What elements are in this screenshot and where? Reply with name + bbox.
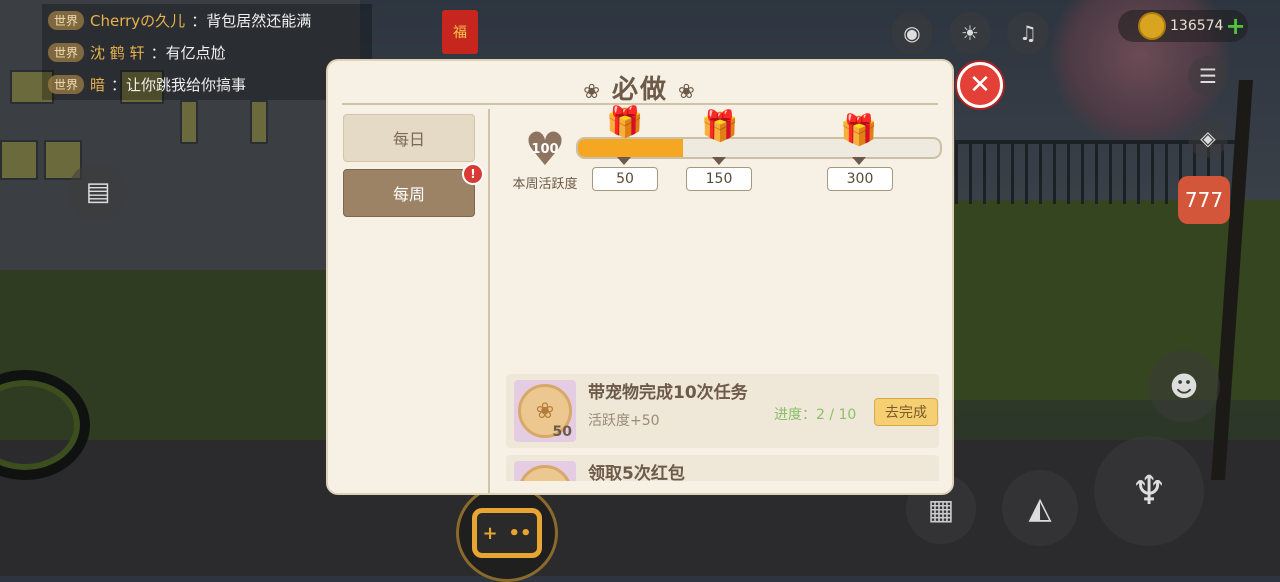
chat-text: ：背包居然还能满 [191, 11, 312, 30]
activity-label: 本周活跃度 [512, 177, 578, 192]
chat-text: ：让你跳我给你搞事 [111, 75, 247, 94]
building-window [250, 100, 268, 144]
chat-channel-tag: 世界 [48, 42, 85, 62]
activity-value: 100 [531, 141, 559, 157]
red-envelope-icon[interactable]: 福 [442, 10, 478, 54]
coin-icon [1138, 12, 1166, 40]
gamepad-button[interactable]: + •• [456, 484, 558, 582]
chat-channel-tag: 世界 [48, 10, 85, 30]
wolf-emote-icon[interactable]: ◭ [1002, 470, 1078, 546]
task-reward-icon: ❀ 50 [514, 380, 576, 442]
tab-weekly[interactable]: 每周 [343, 169, 475, 217]
jump-action-icon[interactable]: ♆ [1094, 436, 1204, 546]
column-divider [488, 109, 490, 493]
dialog-title: ❀ 必做 ❀ [583, 75, 697, 105]
milestone-marker [852, 157, 866, 165]
slot-machine-icon[interactable]: 777 [1178, 176, 1230, 224]
gift-box-icon[interactable]: 🎁 [701, 109, 738, 144]
must-do-dialog: ❀ 必做 ❀ 每日 每周 ! ♥ 100 本周活跃度 🎁 🎁 🎁 50 150 30… [328, 61, 952, 493]
activity-progress-bar [576, 137, 942, 159]
task-item: ❀ 领取5次红包 [506, 455, 939, 481]
task-progress: 进度：2 / 10 [774, 407, 857, 423]
chat-channel-tag: 世界 [48, 74, 85, 94]
alert-badge: ! [462, 163, 484, 185]
milestone-marker [617, 157, 631, 165]
task-title: 带宠物完成10次任务 [588, 383, 748, 403]
go-complete-button[interactable]: 去完成 [874, 398, 938, 426]
task-reward: 活跃度+50 [588, 413, 660, 429]
chat-panel[interactable]: 世界 Cherryの久儿 ：背包居然还能满 世界 沈 鹤 轩 ：有亿点尬 世界 … [42, 4, 372, 100]
gift-box-icon[interactable]: 🎁 [840, 113, 877, 148]
chat-text: ：有亿点尬 [150, 43, 226, 62]
task-item: ❀ 50 带宠物完成10次任务 活跃度+50 进度：2 / 10 去完成 [506, 374, 939, 448]
milestone-value: 150 [686, 167, 752, 191]
task-reward-icon: ❀ [514, 461, 576, 481]
task-item-clipped: ❀ 领取5次红包 [506, 451, 939, 481]
chat-message: 世界 Cherryの久儿 ：背包居然还能满 [42, 4, 372, 36]
sun-icon[interactable]: ☀ [949, 12, 991, 54]
pet-cat-icon[interactable]: ☻ [1148, 350, 1220, 422]
chat-message: 世界 暗 ：让你跳我给你搞事 [42, 68, 372, 100]
paw-icon: ❀ [678, 78, 697, 103]
milestone-marker [712, 157, 726, 165]
chat-message: 世界 沈 鹤 轩 ：有亿点尬 [42, 36, 372, 68]
task-title: 领取5次红包 [588, 464, 685, 481]
close-button[interactable]: ✕ [957, 62, 1003, 108]
music-icon[interactable]: ♫ [1007, 12, 1049, 54]
milestone-value: 300 [827, 167, 893, 191]
coin-counter: 136574 + [1118, 10, 1248, 42]
activity-heart: ♥ 100 [522, 126, 568, 172]
coin-amount: 136574 [1170, 18, 1224, 34]
gamepad-icon: + •• [472, 508, 542, 558]
compass-icon[interactable]: ◈ [1188, 118, 1228, 158]
task-reward-count: 50 [552, 424, 572, 440]
chat-sender: 沈 鹤 轩 [90, 43, 145, 62]
paw-icon: ❀ [583, 78, 602, 103]
camera-icon[interactable]: ◉ [891, 12, 933, 54]
chat-sender: Cherryの久儿 [90, 11, 186, 30]
add-coins-button[interactable]: + [1225, 12, 1245, 40]
gift-box-icon[interactable]: 🎁 [606, 105, 643, 140]
menu-icon[interactable]: ☰ [1188, 56, 1228, 96]
paw-coin-icon: ❀ [518, 465, 572, 481]
building-window [0, 140, 38, 180]
chat-sender: 暗 [90, 75, 106, 94]
milestone-value: 50 [592, 167, 658, 191]
task-log-icon[interactable]: ▤ [68, 162, 128, 222]
building-window [180, 100, 198, 144]
activity-progress-fill [578, 139, 683, 157]
tab-daily[interactable]: 每日 [343, 114, 475, 162]
